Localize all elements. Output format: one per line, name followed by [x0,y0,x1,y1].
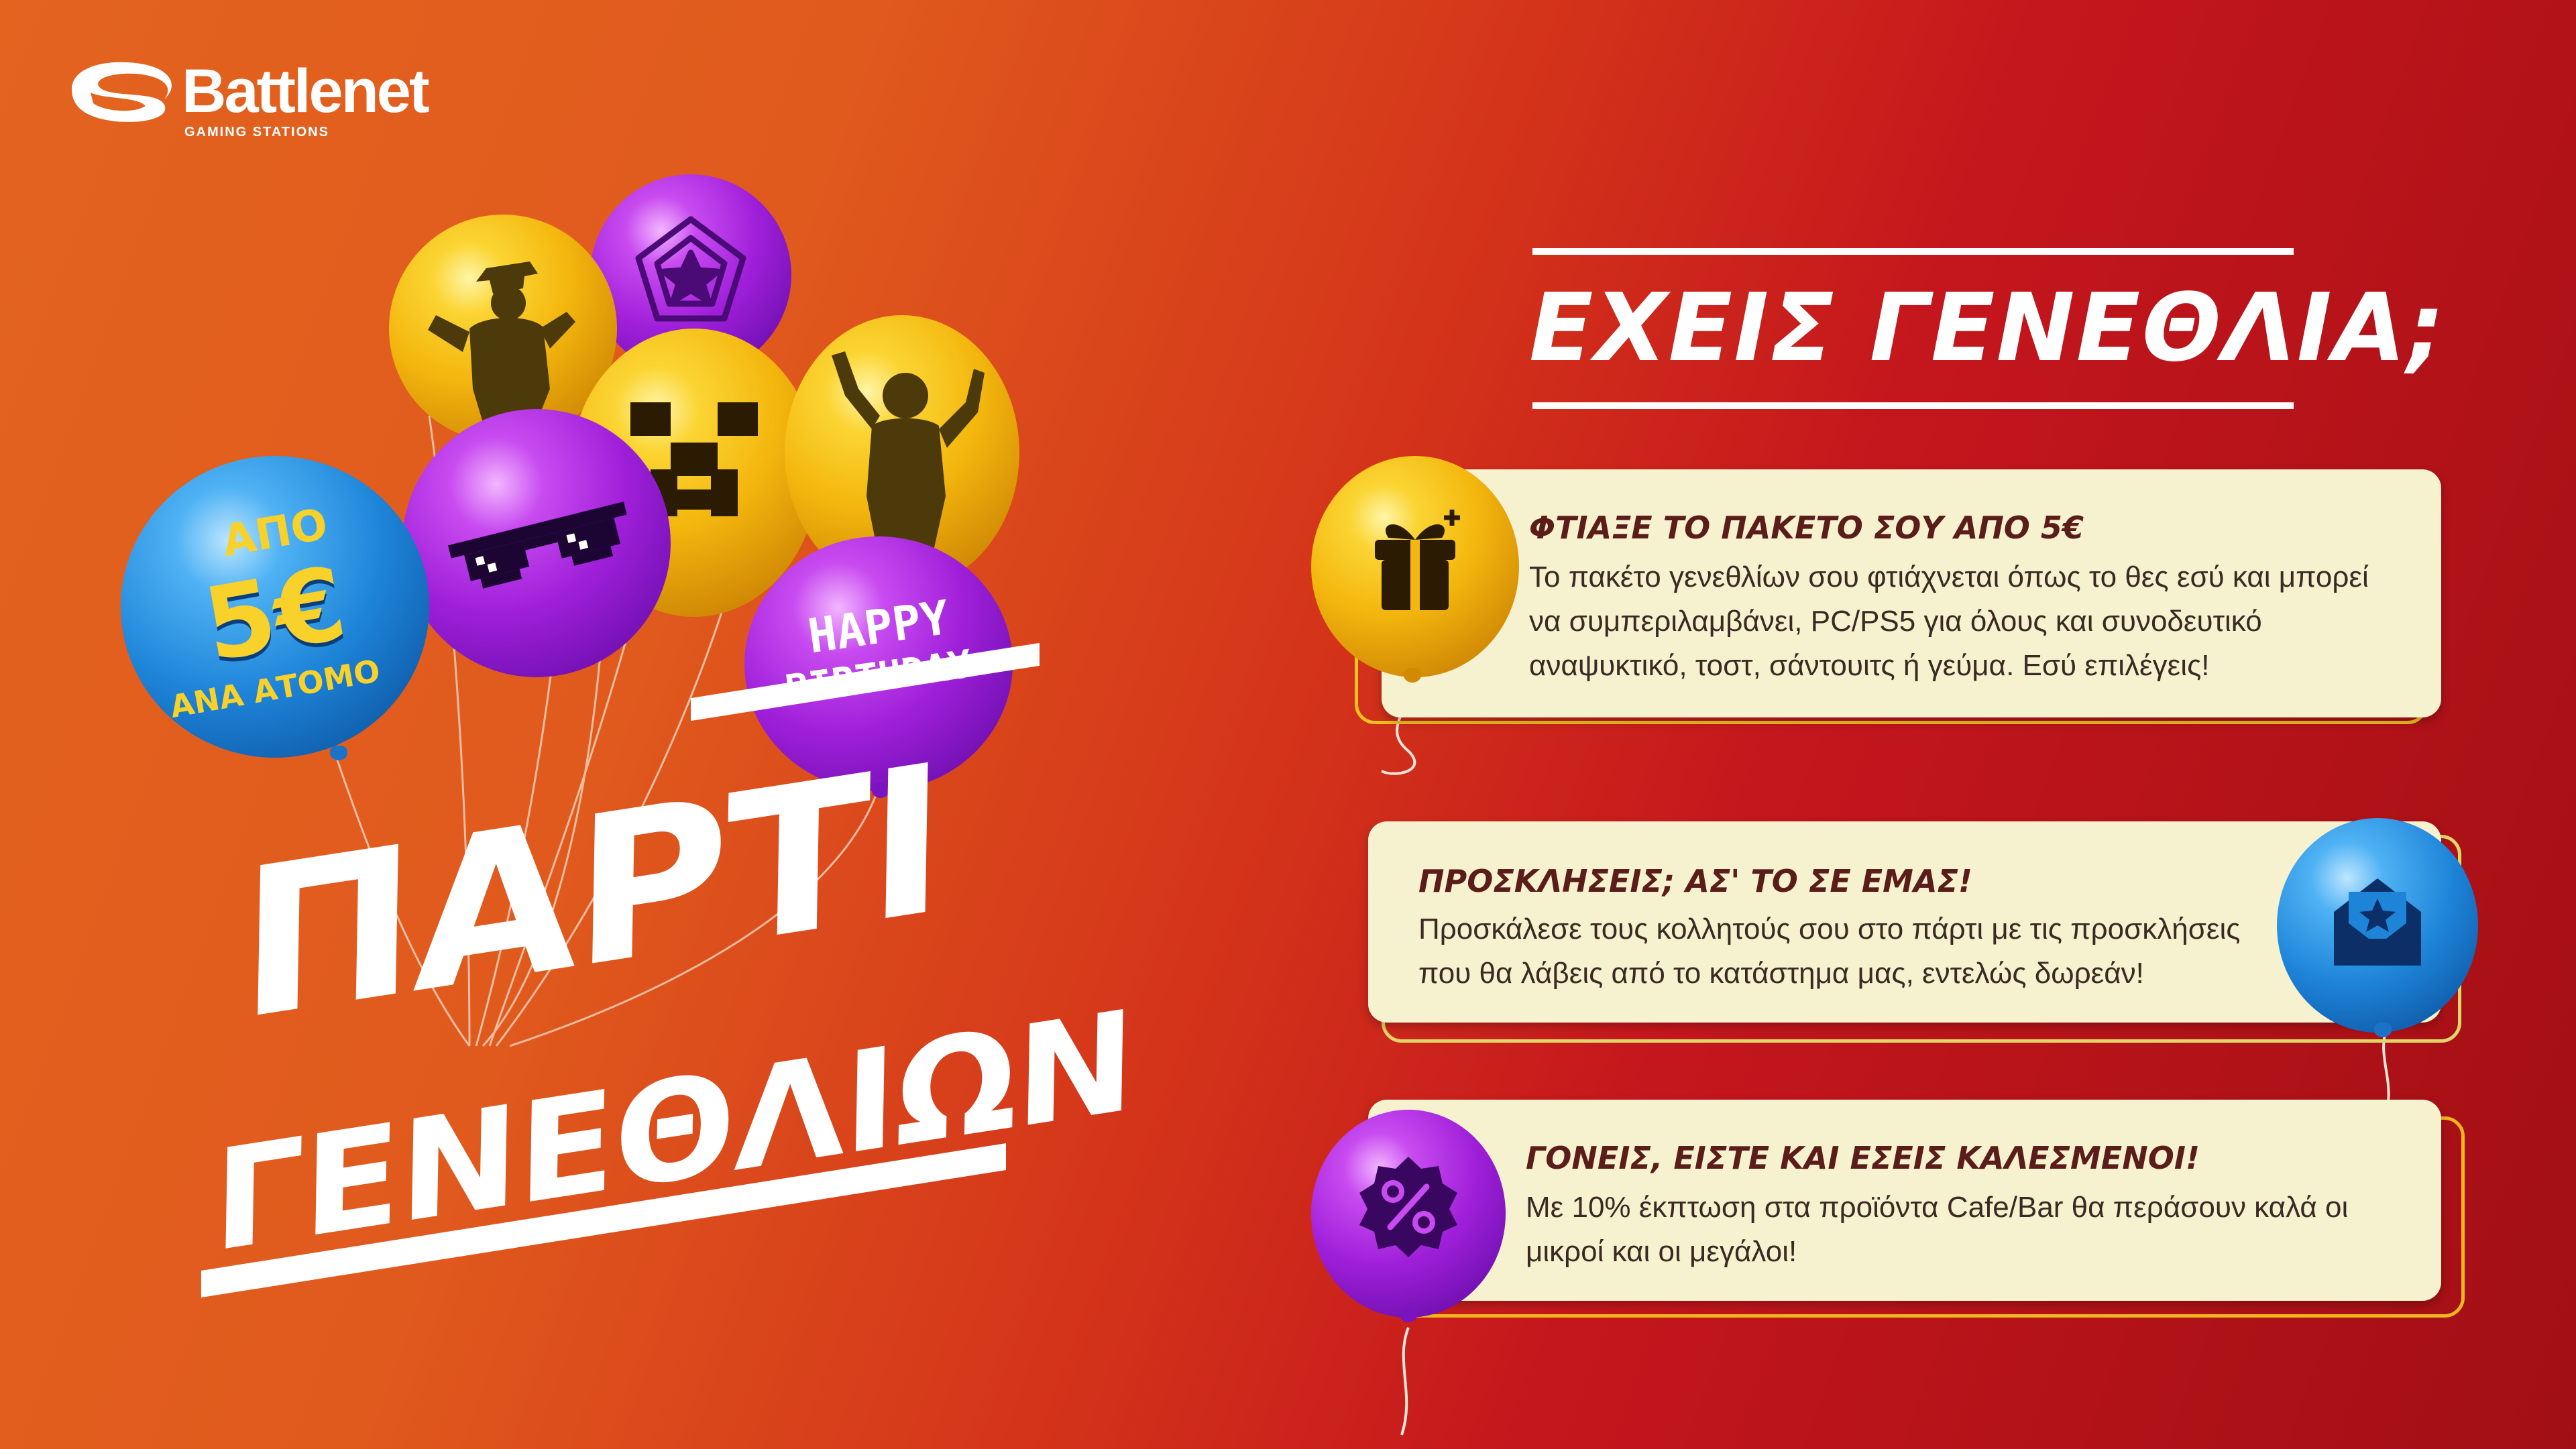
balloon-knot [330,746,347,760]
card-1: ΦΤΙΑΞΕ ΤΟ ΠΑΚΕΤΟ ΣΟΥ ΑΠΟ 5€ Το πακέτο γε… [1382,469,2441,717]
card-2-title: ΠΡΟΣΚΛΗΣΕΙΣ; ΑΣ' ΤΟ ΣΕ ΕΜΑΣ! [1418,863,1972,899]
invitation-envelope-icon [2334,878,2421,966]
brand-tagline: GAMING STATIONS [184,125,329,139]
balloon-price: ΑΠΟ 5€ ΑΝΑ ΑΤΟΜΟ [121,456,429,758]
balloon-knot [1404,668,1421,683]
header-rule-top [1532,248,2294,255]
promo-poster: Battlenet GAMING STATIONS HAPPY ΑΠΟ 5€ Α… [0,0,2576,1449]
card-1-text: Το πακέτο γενεθλίων σου φτιάχνεται όπως … [1529,561,2369,682]
card-1-balloon [1311,456,1519,677]
title-line-1: ΠΑΡΤΙ [237,719,946,1067]
brand-name: Battlenet [182,57,430,125]
card-3-text: Με 10% έκπτωση στα προϊόντα Cafe/Bar θα … [1526,1191,2349,1268]
card-3: ΓΟΝΕΙΣ, ΕΙΣΤΕ ΚΑΙ ΕΣΕΙΣ ΚΑΛΕΣΜΕΝΟΙ! Με 1… [1368,1100,2441,1301]
battlenet-logo: Battlenet GAMING STATIONS [64,47,439,148]
card-2-balloon [2277,818,2478,1033]
dancing-character-silhouette-icon [428,262,575,422]
card-1-title: ΦΤΙΑΞΕ ΤΟ ΠΑΚΕΤΟ ΣΟΥ ΑΠΟ 5€ [1529,510,2084,546]
battlenet-swirl-icon [72,62,172,122]
battle-pass-emblem-icon [635,216,746,322]
gift-icon [1375,510,1460,610]
header-title: ΕΧΕΙΣ ΓΕΝΕΘΛΙΑ; [1529,274,2447,383]
card-3-balloon [1311,1110,1506,1318]
card-2-text: Προσκάλεσε τους κολλητούς σου στο πάρτι … [1418,913,2241,990]
pixel-sunglasses-icon [447,502,627,589]
card-3-title: ΓΟΝΕΙΣ, ΕΙΣΤΕ ΚΑΙ ΕΣΕΙΣ ΚΑΛΕΣΜΕΝΟΙ! [1526,1140,2200,1176]
balloon-purple-sunglasses [402,409,671,677]
dancer-silhouette-icon [832,351,985,557]
header-rule-bottom [1532,402,2294,409]
percent-badge-icon [1359,1157,1457,1257]
balloon-knot [2374,1023,2392,1037]
balloon-knot [1400,1308,1417,1322]
